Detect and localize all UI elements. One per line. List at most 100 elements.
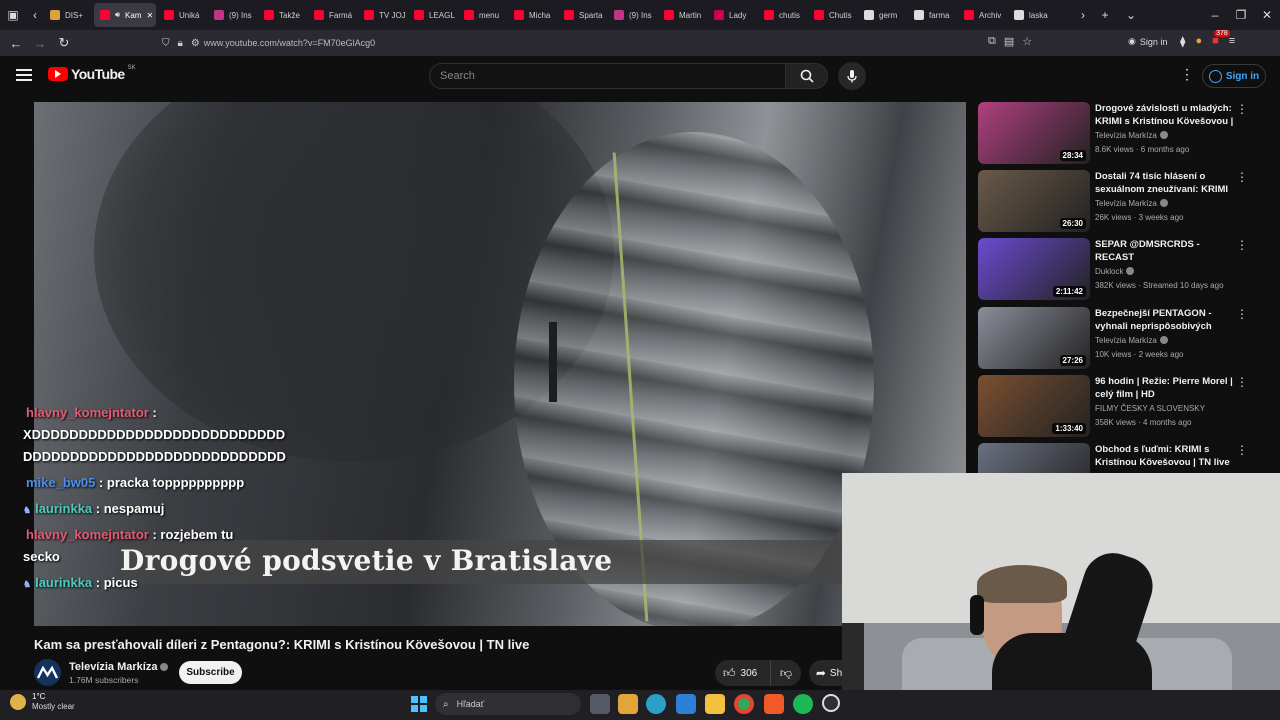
more-actions-icon[interactable]: ⋮: [1236, 307, 1248, 321]
browser-tab[interactable]: LEAGL: [408, 3, 456, 27]
recommended-video-channel[interactable]: Televízia Markíza: [1095, 199, 1168, 208]
video-thumbnail[interactable]: 1:33:40: [978, 375, 1090, 437]
recommended-video[interactable]: 1:33:40 96 hodin | Režie: Pierre Morel | …: [978, 375, 1268, 437]
recommended-video-channel[interactable]: FILMY ČESKY A SLOVENSKY: [1095, 404, 1205, 413]
edge-icon[interactable]: [646, 694, 666, 714]
recommended-video-title[interactable]: 96 hodin | Režie: Pierre Morel | celý fi…: [1095, 375, 1235, 401]
browser-tab[interactable]: (9) Ins: [208, 3, 256, 27]
spotify-icon[interactable]: [793, 694, 813, 714]
channel-avatar[interactable]: [34, 659, 61, 686]
taskbar-search[interactable]: ⌕ Hľadať: [435, 693, 581, 715]
more-actions-icon[interactable]: ⋮: [1236, 170, 1248, 184]
browser-tab[interactable]: farma: [908, 3, 956, 27]
recommended-video[interactable]: 2:11:42 SEPAR @DMSRCRDS - RECAST Duklock 38…: [978, 238, 1268, 300]
recommended-video-channel[interactable]: Televízia Markíza: [1095, 336, 1168, 345]
lock-icon[interactable]: 🔒︎: [178, 38, 183, 49]
browser-tab[interactable]: Micha: [508, 3, 556, 27]
youtube-signin-button[interactable]: Sign in: [1202, 64, 1266, 88]
store-icon[interactable]: [618, 694, 638, 714]
browser-tab[interactable]: 🔊︎ Kam ✕: [94, 3, 156, 27]
recommended-video-title[interactable]: Obchod s ľuďmi: KRIMI s Kristínou Kövešo…: [1095, 443, 1235, 469]
browser-tab[interactable]: Martin: [658, 3, 706, 27]
more-actions-icon[interactable]: ⋮: [1236, 102, 1248, 116]
start-button[interactable]: [411, 696, 427, 712]
voice-search-button[interactable]: [838, 62, 866, 90]
minimize-icon[interactable]: –: [1202, 3, 1228, 27]
recommended-video[interactable]: Obchod s ľuďmi: KRIMI s Kristínou Kövešo…: [978, 443, 1268, 473]
recommended-video[interactable]: 27:26 Bezpečnejší PENTAGON - vyhnali nepr…: [978, 307, 1268, 369]
recommended-video-channel[interactable]: Televízia Markíza: [1095, 131, 1168, 140]
address-bar-url[interactable]: www.youtube.com/watch?v=FM70eGlAcg0: [204, 38, 375, 48]
video-thumbnail[interactable]: 2:11:42: [978, 238, 1090, 300]
more-actions-icon[interactable]: ⋮: [1236, 443, 1248, 457]
weather-widget[interactable]: 1°C Mostly clear: [10, 692, 75, 712]
recommended-video-channel[interactable]: Duklock: [1095, 267, 1135, 276]
youtube-logo[interactable]: YouTube SK: [48, 65, 136, 82]
recommended-video-title[interactable]: Drogové závislosti u mladých: KRIMI s Kr…: [1095, 102, 1235, 129]
browser-signin-label[interactable]: Sign in: [1140, 37, 1168, 47]
tab-overflow-icon[interactable]: ⌄: [1118, 3, 1144, 27]
guide-menu-icon[interactable]: [16, 67, 32, 83]
recommended-video[interactable]: 26:30 Dostali 74 tisíc hlásení o sexuálno…: [978, 170, 1268, 232]
browser-tab[interactable]: Takže: [258, 3, 306, 27]
maximize-icon[interactable]: ❐: [1228, 3, 1254, 27]
brave-icon[interactable]: [764, 694, 784, 714]
more-actions-icon[interactable]: ⋮: [1236, 238, 1248, 252]
reload-icon[interactable]: ↻: [52, 31, 76, 55]
obs-icon[interactable]: [822, 694, 840, 712]
browser-tab[interactable]: Lady: [708, 3, 756, 27]
browser-tab[interactable]: Sparta: [558, 3, 606, 27]
permissions-icon[interactable]: ⚙: [191, 38, 200, 49]
shield-icon[interactable]: ⛉: [162, 38, 170, 49]
browser-tab[interactable]: Uniká: [158, 3, 206, 27]
search-button[interactable]: [786, 63, 828, 89]
browser-tab[interactable]: (9) Ins: [608, 3, 656, 27]
tab-scroll-left-icon[interactable]: ‹: [26, 3, 44, 27]
channel-name[interactable]: Televízia Markíza: [69, 661, 169, 673]
video-thumbnail[interactable]: [978, 443, 1090, 473]
recommended-video-title[interactable]: SEPAR @DMSRCRDS - RECAST: [1095, 238, 1235, 264]
video-player[interactable]: Drogové podsvetie v Bratislave: [34, 102, 966, 626]
browser-tab[interactable]: chutis: [758, 3, 806, 27]
account-icon[interactable]: ◉: [1128, 36, 1136, 47]
close-window-icon[interactable]: ✕: [1254, 3, 1280, 27]
more-actions-icon[interactable]: ⋮: [1236, 375, 1248, 389]
chrome-icon[interactable]: [734, 694, 754, 714]
video-thumbnail[interactable]: 28:34: [978, 102, 1090, 164]
browser-menu-icon[interactable]: ≡: [1229, 35, 1235, 48]
browser-tab[interactable]: TV JOJ: [358, 3, 406, 27]
like-button[interactable]: 👍︎ 306: [715, 660, 771, 686]
browser-tab[interactable]: germ: [858, 3, 906, 27]
chrome-extension-icon[interactable]: ●: [1195, 35, 1202, 48]
reader-view-icon[interactable]: ▤: [1004, 35, 1014, 48]
settings-more-icon[interactable]: ⋮: [1180, 66, 1194, 83]
browser-tab[interactable]: Archiv: [958, 3, 1006, 27]
extension-badge-icon[interactable]: ■ 378: [1212, 30, 1230, 48]
task-view-icon[interactable]: [590, 694, 610, 714]
close-tab-icon[interactable]: ✕: [147, 11, 154, 20]
recommended-video-title[interactable]: Dostali 74 tisíc hlásení o sexuálnom zne…: [1095, 170, 1235, 197]
bookmark-star-icon[interactable]: ☆: [1022, 35, 1032, 48]
video-thumbnail[interactable]: 26:30: [978, 170, 1090, 232]
browser-tab[interactable]: menu: [458, 3, 506, 27]
new-tab-icon[interactable]: +: [1092, 3, 1118, 27]
browser-tab[interactable]: Farmá: [308, 3, 356, 27]
dislike-button[interactable]: 👎︎: [771, 666, 801, 681]
tab-scroll-right-icon[interactable]: ›: [1074, 3, 1092, 27]
picture-in-picture-icon[interactable]: ⧉: [988, 35, 996, 48]
search-input[interactable]: Search: [429, 63, 786, 89]
forward-icon[interactable]: →: [28, 31, 52, 55]
recommended-video[interactable]: 28:34 Drogové závislosti u mladých: KRIMI…: [978, 102, 1268, 164]
photos-icon[interactable]: [676, 694, 696, 714]
browser-tab[interactable]: Chutis: [808, 3, 856, 27]
browser-tab[interactable]: laska: [1008, 3, 1056, 27]
file-explorer-icon[interactable]: [705, 694, 725, 714]
video-thumbnail[interactable]: 27:26: [978, 307, 1090, 369]
tab-list-icon[interactable]: ▣: [0, 3, 26, 27]
extensions-icon[interactable]: ⧫: [1180, 35, 1185, 48]
speaker-icon[interactable]: 🔊︎: [115, 10, 120, 20]
subscribe-button[interactable]: Subscribe: [179, 661, 242, 684]
back-icon[interactable]: ←: [4, 31, 28, 55]
browser-tab[interactable]: DIS+: [44, 3, 92, 27]
recommended-video-title[interactable]: Bezpečnejší PENTAGON - vyhnali neprispôs…: [1095, 307, 1235, 334]
